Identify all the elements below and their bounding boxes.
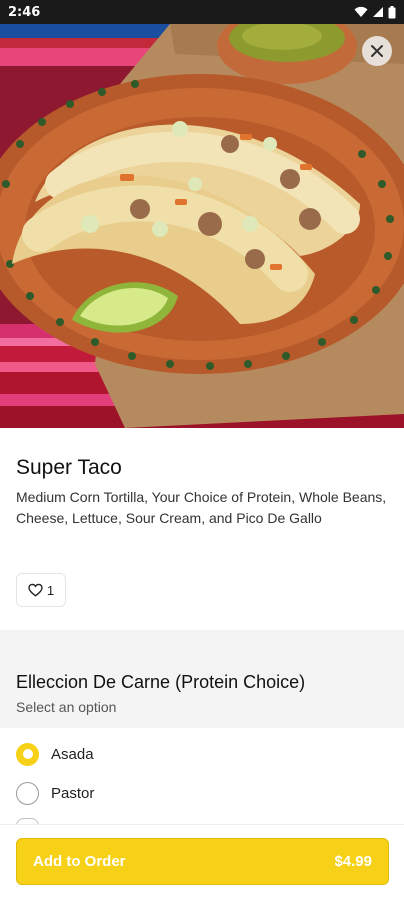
protein-section-subtitle: Select an option xyxy=(16,699,117,715)
signal-icon xyxy=(373,7,383,17)
item-photo xyxy=(0,24,404,428)
radio-unselected[interactable] xyxy=(16,781,39,805)
radio-selected[interactable] xyxy=(16,742,39,766)
add-to-order-label: Add to Order xyxy=(33,853,126,870)
status-bar: 2:46 xyxy=(0,0,404,24)
option-asada[interactable]: Asada xyxy=(16,740,94,768)
close-button[interactable] xyxy=(362,36,392,66)
option-label: Pastor xyxy=(51,784,95,802)
radio-dot xyxy=(22,749,33,759)
wifi-icon xyxy=(354,6,368,17)
add-to-order-button[interactable]: Add to Order $4.99 xyxy=(16,838,389,885)
like-button[interactable]: 1 xyxy=(16,573,66,607)
status-icons xyxy=(354,5,396,19)
protein-section-title: Elleccion De Carne (Protein Choice) xyxy=(16,672,306,692)
option-label: Asada xyxy=(51,745,94,763)
close-icon xyxy=(371,45,383,57)
option-pastor[interactable]: Pastor xyxy=(16,779,94,807)
battery-icon xyxy=(388,5,396,18)
like-count: 1 xyxy=(46,582,55,598)
status-time: 2:46 xyxy=(8,4,41,20)
item-description: Medium Corn Tortilla, Your Choice of Pro… xyxy=(16,489,387,526)
heart-icon xyxy=(28,583,43,597)
order-price: $4.99 xyxy=(334,853,372,870)
item-title: Super Taco xyxy=(16,456,122,479)
